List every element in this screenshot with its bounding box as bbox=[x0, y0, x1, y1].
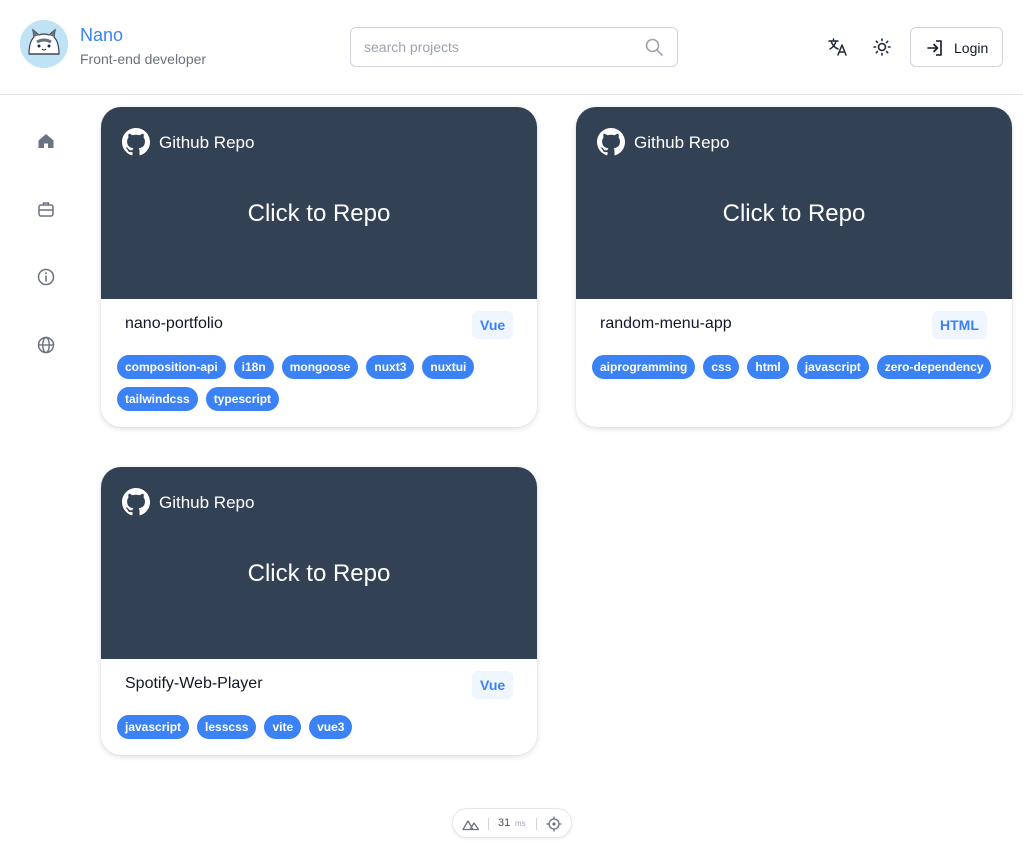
tag-list: composition-api i18n mongoose nuxt3 nuxt… bbox=[117, 355, 521, 411]
language-badge: HTML bbox=[932, 311, 987, 339]
topic-tag[interactable]: css bbox=[703, 355, 740, 379]
topic-tag[interactable]: lesscss bbox=[197, 715, 257, 739]
search-input[interactable] bbox=[351, 28, 641, 66]
repo-link-banner[interactable]: Github Repo Click to Repo bbox=[101, 107, 537, 299]
tag-list: aiprogramming css html javascript zero-d… bbox=[592, 355, 996, 379]
divider bbox=[488, 818, 489, 830]
globe-icon[interactable] bbox=[36, 335, 56, 355]
crosshair-icon[interactable] bbox=[546, 816, 562, 832]
topic-tag[interactable]: nuxt3 bbox=[366, 355, 415, 379]
github-repo-label: Github Repo bbox=[634, 133, 730, 152]
topic-tag[interactable]: javascript bbox=[117, 715, 190, 739]
briefcase-icon[interactable] bbox=[36, 199, 56, 219]
divider bbox=[536, 818, 537, 830]
github-icon bbox=[597, 128, 625, 156]
github-icon bbox=[122, 488, 150, 516]
devtools-pill[interactable]: 31 ms bbox=[452, 808, 572, 838]
click-to-repo-label: Click to Repo bbox=[247, 200, 391, 227]
click-to-repo-label: Click to Repo bbox=[247, 560, 391, 587]
language-badge: Vue bbox=[472, 671, 514, 699]
repo-name: nano-portfolio bbox=[125, 315, 223, 332]
search-icon[interactable] bbox=[644, 37, 664, 57]
topic-tag[interactable]: nuxtui bbox=[422, 355, 475, 379]
sun-icon[interactable] bbox=[871, 36, 893, 58]
nuxt-icon[interactable] bbox=[462, 817, 480, 831]
render-time-unit: ms bbox=[515, 819, 526, 828]
topic-tag[interactable]: vue3 bbox=[309, 715, 353, 739]
home-icon[interactable] bbox=[36, 131, 56, 151]
project-card: Github Repo Click to Repo Spotify-Web-Pl… bbox=[101, 467, 537, 755]
topic-tag[interactable]: vite bbox=[264, 715, 302, 739]
translate-icon[interactable] bbox=[827, 36, 849, 58]
github-repo-label: Github Repo bbox=[159, 493, 255, 512]
info-icon[interactable] bbox=[36, 267, 56, 287]
topic-tag[interactable]: mongoose bbox=[281, 355, 359, 379]
topic-tag[interactable]: aiprogramming bbox=[592, 355, 696, 379]
project-card: Github Repo Click to Repo random-menu-ap… bbox=[576, 107, 1012, 427]
topic-tag[interactable]: composition-api bbox=[117, 355, 226, 379]
repo-link-banner[interactable]: Github Repo Click to Repo bbox=[101, 467, 537, 659]
click-to-repo-label: Click to Repo bbox=[722, 200, 866, 227]
tag-list: javascript lesscss vite vue3 bbox=[117, 715, 521, 739]
brand-subtitle: Front-end developer bbox=[80, 51, 207, 67]
repo-link-banner[interactable]: Github Repo Click to Repo bbox=[576, 107, 1012, 299]
brand-name[interactable]: Nano bbox=[80, 25, 123, 46]
topic-tag[interactable]: zero-dependency bbox=[876, 355, 992, 379]
language-badge: Vue bbox=[472, 311, 514, 339]
github-icon bbox=[122, 128, 150, 156]
repo-name: Spotify-Web-Player bbox=[125, 675, 263, 692]
top-header: Nano Front-end developer Login bbox=[0, 0, 1023, 95]
login-label: Login bbox=[954, 40, 989, 56]
github-repo-label: Github Repo bbox=[159, 133, 255, 152]
project-card: Github Repo Click to Repo nano-portfolio… bbox=[101, 107, 537, 427]
repo-name: random-menu-app bbox=[600, 315, 732, 332]
search-box[interactable] bbox=[350, 27, 678, 67]
render-time-value: 31 bbox=[498, 817, 511, 829]
login-icon bbox=[927, 40, 942, 56]
topic-tag[interactable]: typescript bbox=[205, 387, 280, 411]
topic-tag[interactable]: javascript bbox=[796, 355, 869, 379]
topic-tag[interactable]: i18n bbox=[233, 355, 274, 379]
login-button[interactable]: Login bbox=[910, 27, 1003, 67]
topic-tag[interactable]: tailwindcss bbox=[117, 387, 198, 411]
topic-tag[interactable]: html bbox=[747, 355, 789, 379]
cat-avatar-icon bbox=[20, 20, 68, 68]
avatar[interactable] bbox=[20, 20, 68, 68]
